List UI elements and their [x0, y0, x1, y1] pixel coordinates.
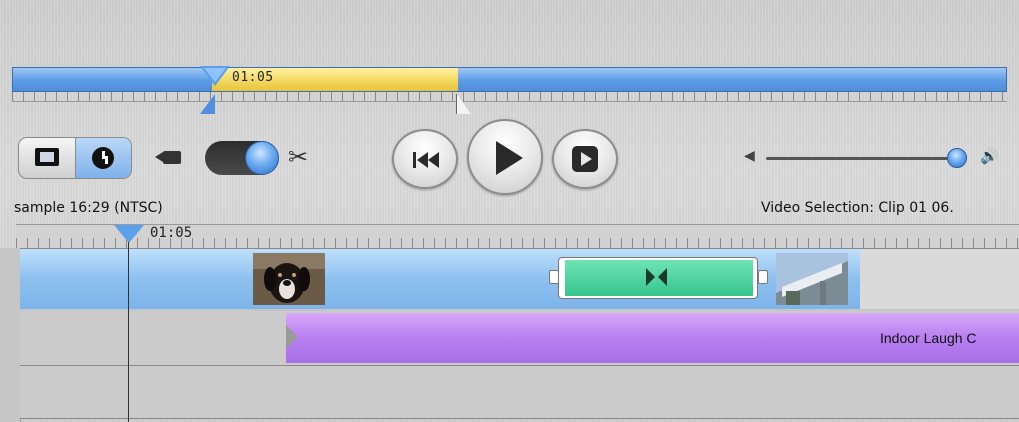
scrubber-playhead[interactable] [200, 66, 230, 86]
audio-clip-start-marker[interactable] [286, 325, 298, 349]
speaker-high-icon: 🔊 [980, 147, 999, 165]
mode-toggle-knob[interactable] [245, 141, 279, 175]
camera-icon [155, 151, 181, 164]
clip-view-button[interactable] [19, 138, 75, 178]
fullscreen-play-icon [572, 146, 598, 172]
timeline-view-icon [92, 147, 114, 169]
audio-clip-label: Indoor Laugh C [880, 330, 977, 346]
track-gutter [0, 248, 21, 422]
play-button[interactable] [467, 119, 543, 195]
dog-clip-thumbnail[interactable] [253, 253, 325, 305]
scrubber-ruler [12, 92, 1007, 102]
volume-slider[interactable] [766, 157, 960, 160]
audio-track-2 [20, 366, 1019, 419]
timeline-playhead-line [128, 242, 129, 422]
building-clip-thumbnail[interactable] [776, 253, 848, 305]
rewind-button[interactable] [392, 129, 458, 189]
play-fullscreen-button[interactable] [552, 129, 618, 189]
video-track-empty [860, 249, 1019, 309]
speaker-low-icon: ◀ [744, 148, 755, 164]
timeline-view-button[interactable] [75, 138, 131, 178]
view-toggle [18, 137, 132, 179]
scrubber-time: 01:05 [232, 70, 274, 85]
scissors-icon: ✂ [288, 143, 309, 171]
imovie-window: 01:05 ✂ ◀ 🔊 sample 16:29 (NTSC) Video Se… [0, 0, 1019, 422]
transition-icon [646, 268, 668, 286]
volume-slider-knob[interactable] [947, 148, 967, 168]
clip-view-icon [35, 148, 59, 166]
rewind-icon [413, 152, 439, 168]
video-selection-info: Video Selection: Clip 01 06. [761, 200, 954, 216]
scrubber-bar[interactable] [12, 67, 1007, 92]
play-icon [496, 141, 523, 175]
timeline-playhead-time: 01:05 [150, 225, 193, 241]
crop-end-marker[interactable] [457, 94, 471, 114]
crop-start-marker[interactable] [200, 94, 215, 114]
transition-handle-right[interactable] [758, 270, 768, 284]
timeline-playhead[interactable] [114, 225, 144, 243]
project-info: sample 16:29 (NTSC) [14, 200, 163, 216]
